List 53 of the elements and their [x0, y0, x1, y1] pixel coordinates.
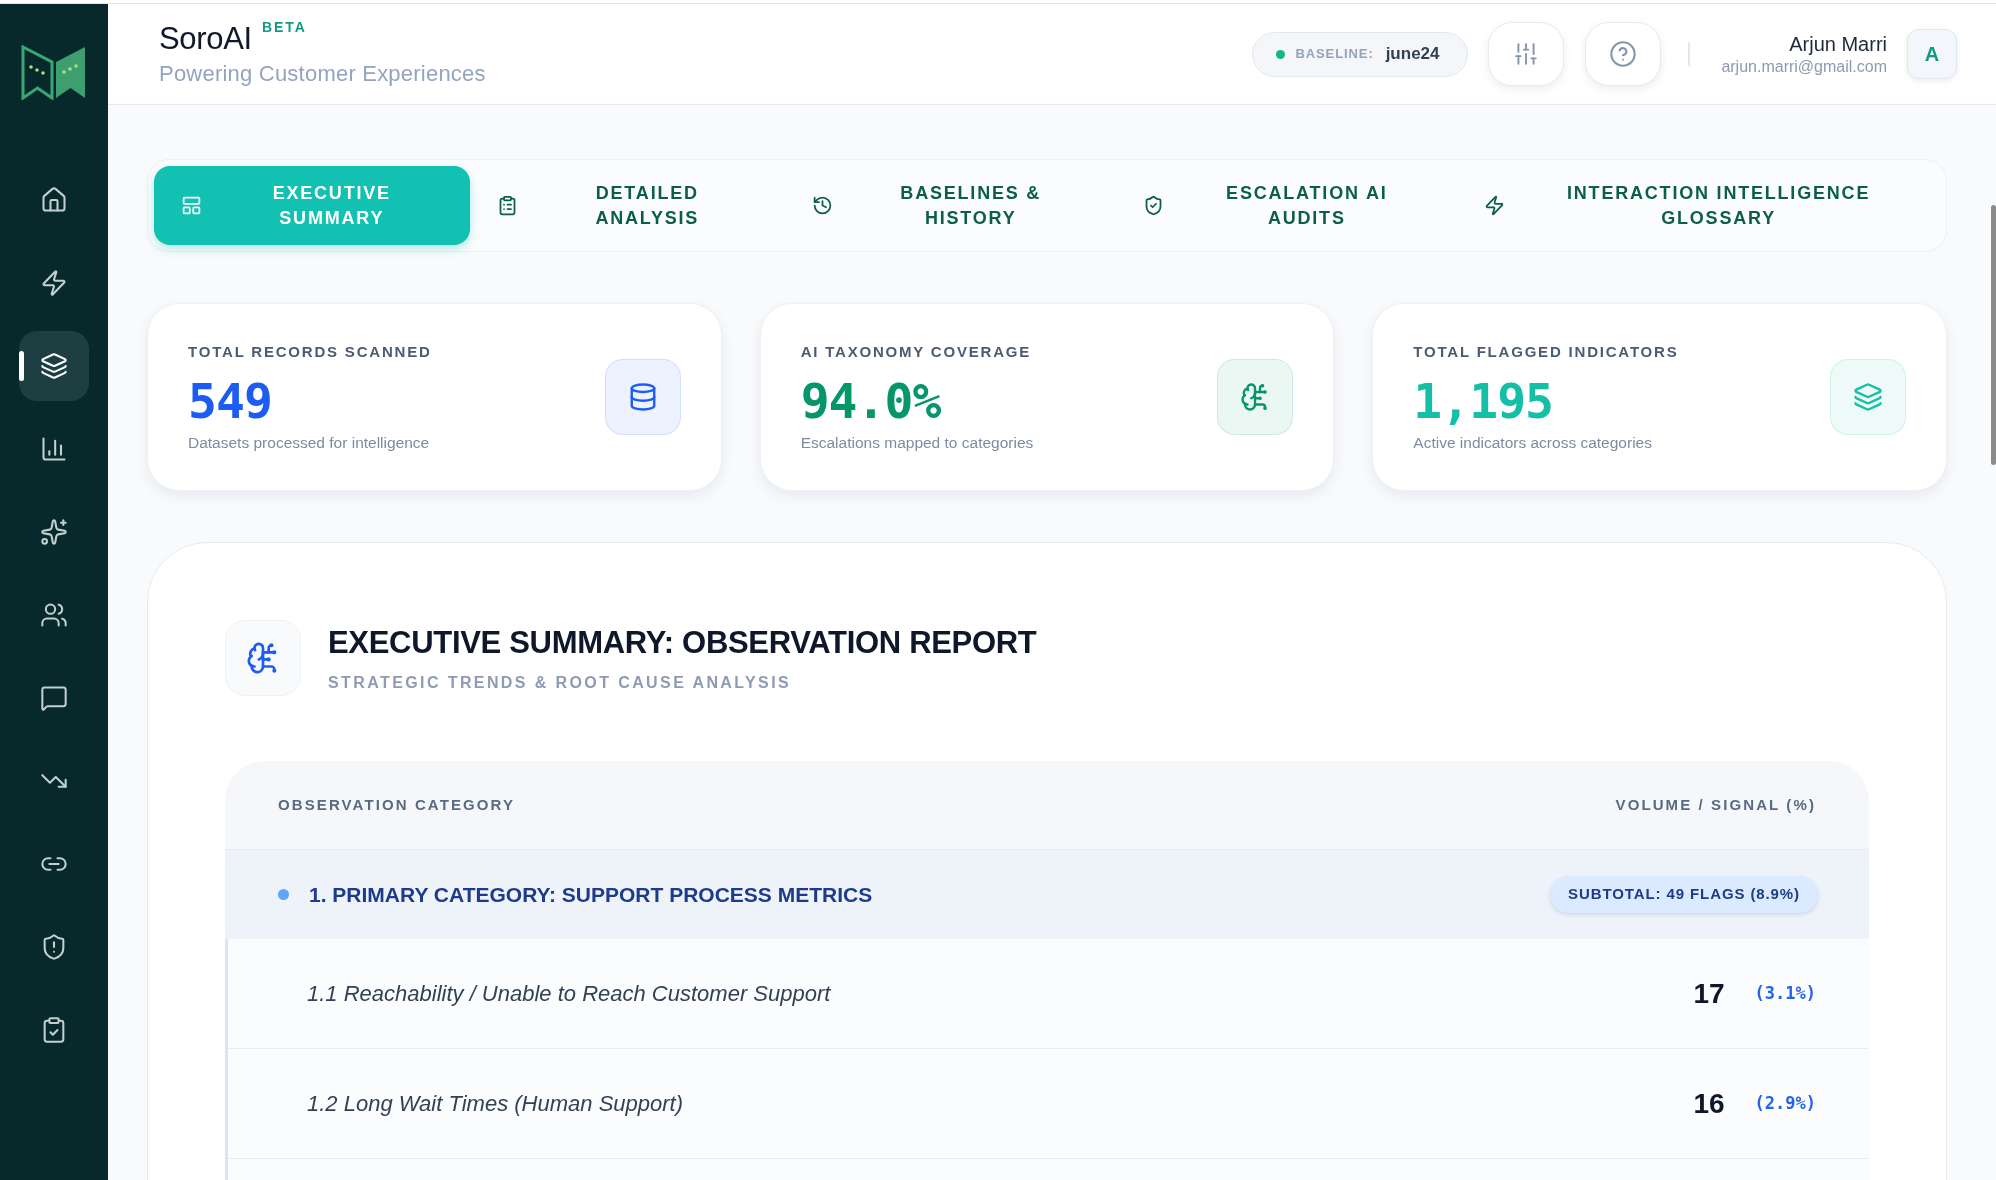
- column-header: VOLUME / SIGNAL (%): [1615, 794, 1816, 815]
- baseline-label: BASELINE:: [1295, 45, 1374, 64]
- row-label: 1.1 Reachability / Unable to Reach Customer Support: [307, 980, 831, 1008]
- percent-value: (3.1%): [1754, 981, 1816, 1005]
- sparkles-icon: [40, 518, 68, 546]
- stat-value: 1,195: [1413, 376, 1555, 425]
- sliders-icon: [1513, 41, 1540, 67]
- history-icon: [812, 195, 834, 216]
- column-header: OBSERVATION CATEGORY: [278, 794, 515, 815]
- brain-icon: [1217, 359, 1294, 435]
- active-indicator: [19, 351, 24, 381]
- brand-name: SoroAI: [159, 20, 252, 58]
- stat-caption: Active indicators across categories: [1413, 432, 1653, 453]
- scrollbar-thumb[interactable]: [1991, 205, 1996, 465]
- tab[interactable]: ESCALATION AI AUDITS: [1116, 166, 1458, 245]
- sidebar-nav-button[interactable]: [19, 331, 89, 401]
- report-subtitle: STRATEGIC TRENDS & ROOT CAUSE ANALYSIS: [328, 672, 793, 693]
- baseline-value: june24: [1385, 43, 1440, 66]
- logo-icon: [21, 45, 87, 100]
- chat-bubble-icon: [40, 684, 68, 712]
- stat-value: 549: [188, 376, 273, 425]
- report-title: EXECUTIVE SUMMARY: OBSERVATION REPORT: [328, 623, 1037, 662]
- count-value: 16: [1693, 1086, 1725, 1121]
- tab[interactable]: BASELINES & HISTORY: [785, 166, 1117, 245]
- tab[interactable]: INTERACTION INTELLIGENCE GLOSSARY: [1457, 166, 1940, 245]
- percent-value: (2.9%): [1754, 1091, 1816, 1115]
- user-name: Arjun Marri: [1789, 32, 1887, 57]
- beta-label: BETA: [261, 19, 307, 35]
- layers-icon: [1830, 359, 1906, 435]
- tab[interactable]: DETAILED ANALYSIS: [469, 166, 786, 245]
- stat-label: TOTAL FLAGGED INDICATORS: [1413, 341, 1679, 362]
- users-icon: [40, 601, 68, 629]
- brain-icon: [225, 620, 301, 696]
- stat-label: TOTAL RECORDS SCANNED: [188, 341, 432, 362]
- layers-icon: [40, 352, 68, 380]
- category-title: 1. PRIMARY CATEGORY: SUPPORT PROCESS METRICS: [309, 881, 873, 908]
- lightning-icon: [1484, 195, 1506, 216]
- row-label: 1.2 Long Wait Times (Human Support): [307, 1090, 683, 1118]
- stat-label: AI TAXONOMY COVERAGE: [800, 341, 1033, 362]
- count-value: 17: [1693, 976, 1725, 1011]
- database-icon: [604, 359, 681, 435]
- help-icon: [1609, 40, 1638, 68]
- help-button[interactable]: [1585, 22, 1662, 86]
- layout-icon: [181, 195, 202, 216]
- lightning-icon: [40, 269, 68, 297]
- tagline: Powering Customer Experiences: [159, 60, 486, 88]
- stat-value: 94.0%: [800, 376, 942, 425]
- bar-chart-icon: [40, 435, 68, 463]
- stat-caption: Datasets processed for intelligence: [188, 432, 431, 453]
- user-email: arjun.marri@gmail.com: [1721, 57, 1887, 77]
- home-icon: [40, 186, 68, 214]
- stat-caption: Escalations mapped to categories: [800, 432, 1034, 453]
- subtotal-badge: SUBTOTAL: 49 FLAGS (8.9%): [1550, 876, 1818, 913]
